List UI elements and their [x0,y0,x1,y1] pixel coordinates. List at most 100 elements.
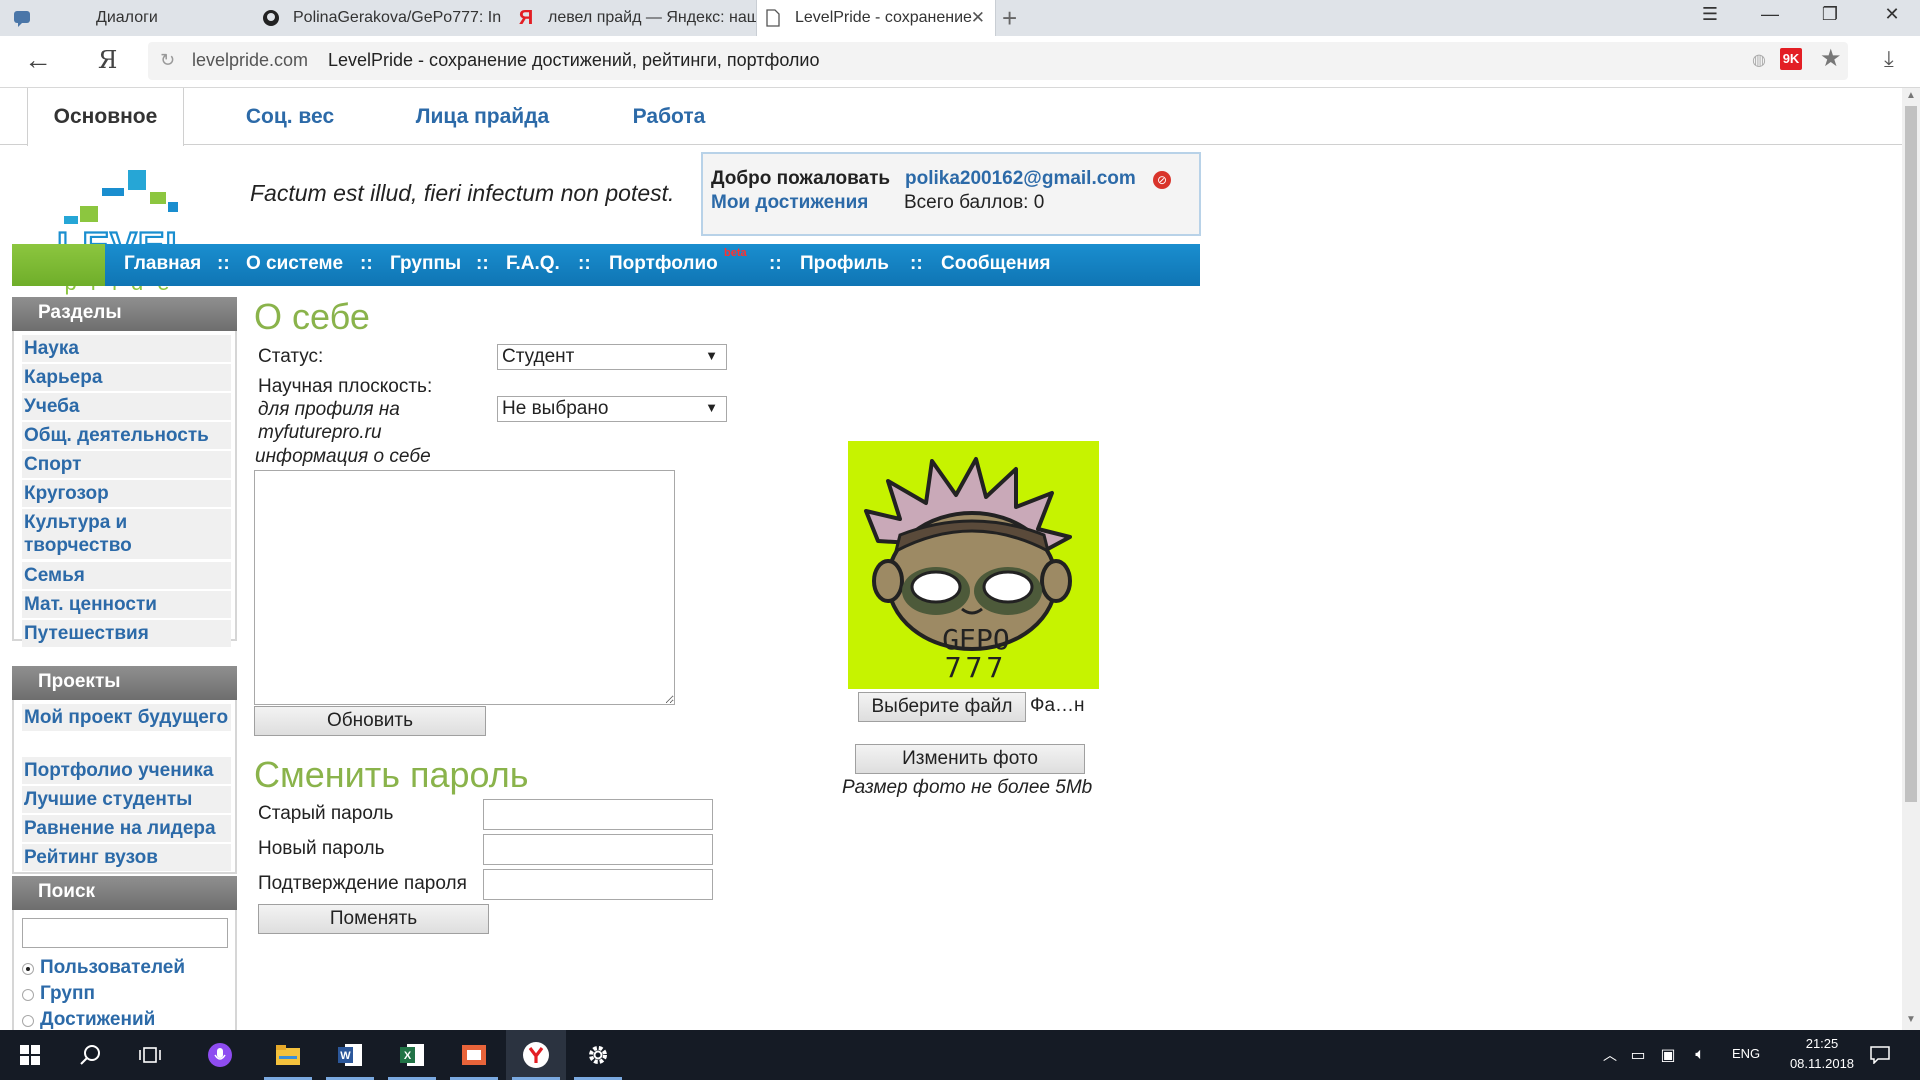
radio-users-label[interactable]: Пользователей [40,957,185,979]
clock-time[interactable]: 21:25 [1790,1036,1854,1051]
extension-icon[interactable]: 9K [1780,48,1802,70]
nav-separator: :: [476,253,489,274]
page-scrollbar[interactable]: ▲ ▼ [1902,88,1920,1030]
sidebar-item-material-values[interactable]: Мат. ценности [22,591,231,618]
sidebar-item-best-students[interactable]: Лучшие студенты [22,786,231,813]
sections-header: Разделы [12,297,237,331]
yandex-home-button[interactable]: Я [98,46,117,74]
close-window-icon[interactable]: ✕ [1872,4,1912,25]
file-explorer-icon[interactable] [258,1030,318,1080]
reload-icon[interactable]: ↻ [160,50,175,71]
presentation-app-icon[interactable] [444,1030,504,1080]
sidebar-search-input[interactable] [22,918,228,948]
choose-file-button[interactable]: Выберите файл [858,692,1026,722]
about-info-textarea[interactable] [254,470,675,705]
minimize-icon[interactable]: — [1750,4,1790,25]
sidebar-item-university-rating[interactable]: Рейтинг вузов [22,844,231,871]
volume-icon[interactable]: 🔈︎ [1682,1030,1718,1080]
radio-achievements[interactable] [22,1015,34,1027]
projects-header: Проекты [12,666,237,700]
browser-tab-bar: Диалоги PolinaGerakova/GePo777: In Я лев… [0,0,1920,36]
tab-title: Диалоги [96,9,158,26]
sidebar-item-study[interactable]: Учеба [22,393,231,420]
sidebar-item-career[interactable]: Карьера [22,364,231,391]
svg-text:W: W [340,1050,351,1062]
welcome-box: Добро пожаловать polika200162@gmail.com … [701,152,1201,236]
url-domain[interactable]: levelpride.com [192,50,308,71]
sidebar-item-follow-leader[interactable]: Равнение на лидера [22,815,231,842]
user-email-link[interactable]: polika200162@gmail.com [905,168,1136,190]
search-header: Поиск [12,876,237,910]
settings-gear-icon[interactable] [568,1030,628,1080]
change-password-button[interactable]: Поменять [258,904,489,934]
nav-separator: :: [578,253,591,274]
new-tab-button[interactable]: + [1002,3,1017,34]
update-button[interactable]: Обновить [254,706,486,736]
nav-separator: :: [910,253,923,274]
scroll-up-icon[interactable]: ▲ [1906,90,1916,101]
scroll-thumb[interactable] [1905,106,1917,802]
confirm-password-input[interactable] [483,869,713,900]
sidebar-item-family[interactable]: Семья [22,562,231,589]
notifications-icon[interactable] [1850,1030,1910,1080]
excel-icon[interactable]: X [382,1030,442,1080]
download-icon[interactable]: ⤓ [1884,46,1894,72]
menu-icon[interactable]: ☰ [1690,4,1730,25]
yandex-browser-icon[interactable] [506,1030,566,1080]
restore-icon[interactable]: ❐ [1810,4,1850,25]
sidebar-item-science[interactable]: Наука [22,335,231,362]
nav-profile[interactable]: Профиль [800,253,889,275]
radio-groups-label[interactable]: Групп [40,983,95,1005]
nav-groups[interactable]: Группы [390,253,461,275]
logout-icon[interactable]: ⊘ [1153,171,1171,189]
yandex-icon: Я [518,6,534,29]
nav-accent [12,244,105,286]
nav-about-system[interactable]: О системе [246,253,343,275]
network-icon[interactable]: ▣ [1650,1030,1686,1080]
tab-yandex-search[interactable]: Я левел прайд — Яндекс: нашл [510,0,760,36]
search-icon[interactable] [60,1030,120,1080]
new-password-input[interactable] [483,834,713,865]
radio-groups[interactable] [22,989,34,1001]
old-password-input[interactable] [483,799,713,830]
radio-users[interactable] [22,963,34,975]
windows-start-icon[interactable] [0,1030,60,1080]
site-top-tabs: Основное Соц. вес Лица прайда Работа [0,88,1902,146]
status-value: Студент [502,346,575,367]
tab-github[interactable]: PolinaGerakova/GePo777: In [255,0,510,36]
task-view-icon[interactable] [120,1030,180,1080]
word-icon[interactable]: W [320,1030,380,1080]
back-icon[interactable]: ← [24,44,52,76]
close-tab-icon[interactable]: ✕ [971,8,985,28]
sidebar-item-culture[interactable]: Культура и творчество [22,509,231,559]
radio-achievements-label[interactable]: Достижений [40,1009,155,1030]
nav-faq[interactable]: F.A.Q. [506,253,560,275]
tab-levelpride[interactable]: LevelPride - сохранение д ✕ [756,0,996,36]
sidebar-item-sport[interactable]: Спорт [22,451,231,478]
voice-assistant-icon[interactable] [190,1030,250,1080]
sidebar-item-outlook[interactable]: Кругозор [22,480,231,507]
sidebar-item-travel[interactable]: Путешествия [22,620,231,647]
my-achievements-link[interactable]: Мои достижения [711,192,868,214]
globe-icon[interactable]: ◍ [1752,50,1766,70]
nav-separator: :: [769,253,782,274]
science-select[interactable]: Не выбрано ▼ [497,396,727,422]
nav-portfolio[interactable]: Портфолио [609,253,718,275]
tab-dialogs[interactable]: Диалоги [0,0,255,36]
scroll-down-icon[interactable]: ▼ [1906,1014,1916,1025]
sidebar-item-social-activity[interactable]: Общ. деятельность [22,422,231,449]
input-language[interactable]: ENG [1732,1046,1760,1061]
nav-home[interactable]: Главная [124,253,201,275]
nav-messages[interactable]: Сообщения [941,253,1051,275]
windows-taskbar: W X ︿ ▭ ▣ 🔈︎ ENG 21:25 08.11.2018 [0,1030,1920,1080]
sidebar-item-student-portfolio[interactable]: Портфолио ученика [22,757,231,784]
tab-work[interactable]: Работа [610,88,728,145]
bookmark-star-icon[interactable]: ★ [1820,44,1842,73]
change-photo-button[interactable]: Изменить фото [855,744,1085,774]
status-select[interactable]: Студент ▼ [497,344,727,370]
tab-pride-faces[interactable]: Лица прайда [395,88,570,145]
tab-main[interactable]: Основное [27,88,184,146]
sidebar-item-my-project[interactable]: Мой проект будущего [22,704,231,731]
tab-social-weight[interactable]: Соц. вес [215,88,365,145]
url-page-title[interactable]: LevelPride - сохранение достижений, рейт… [328,50,820,71]
